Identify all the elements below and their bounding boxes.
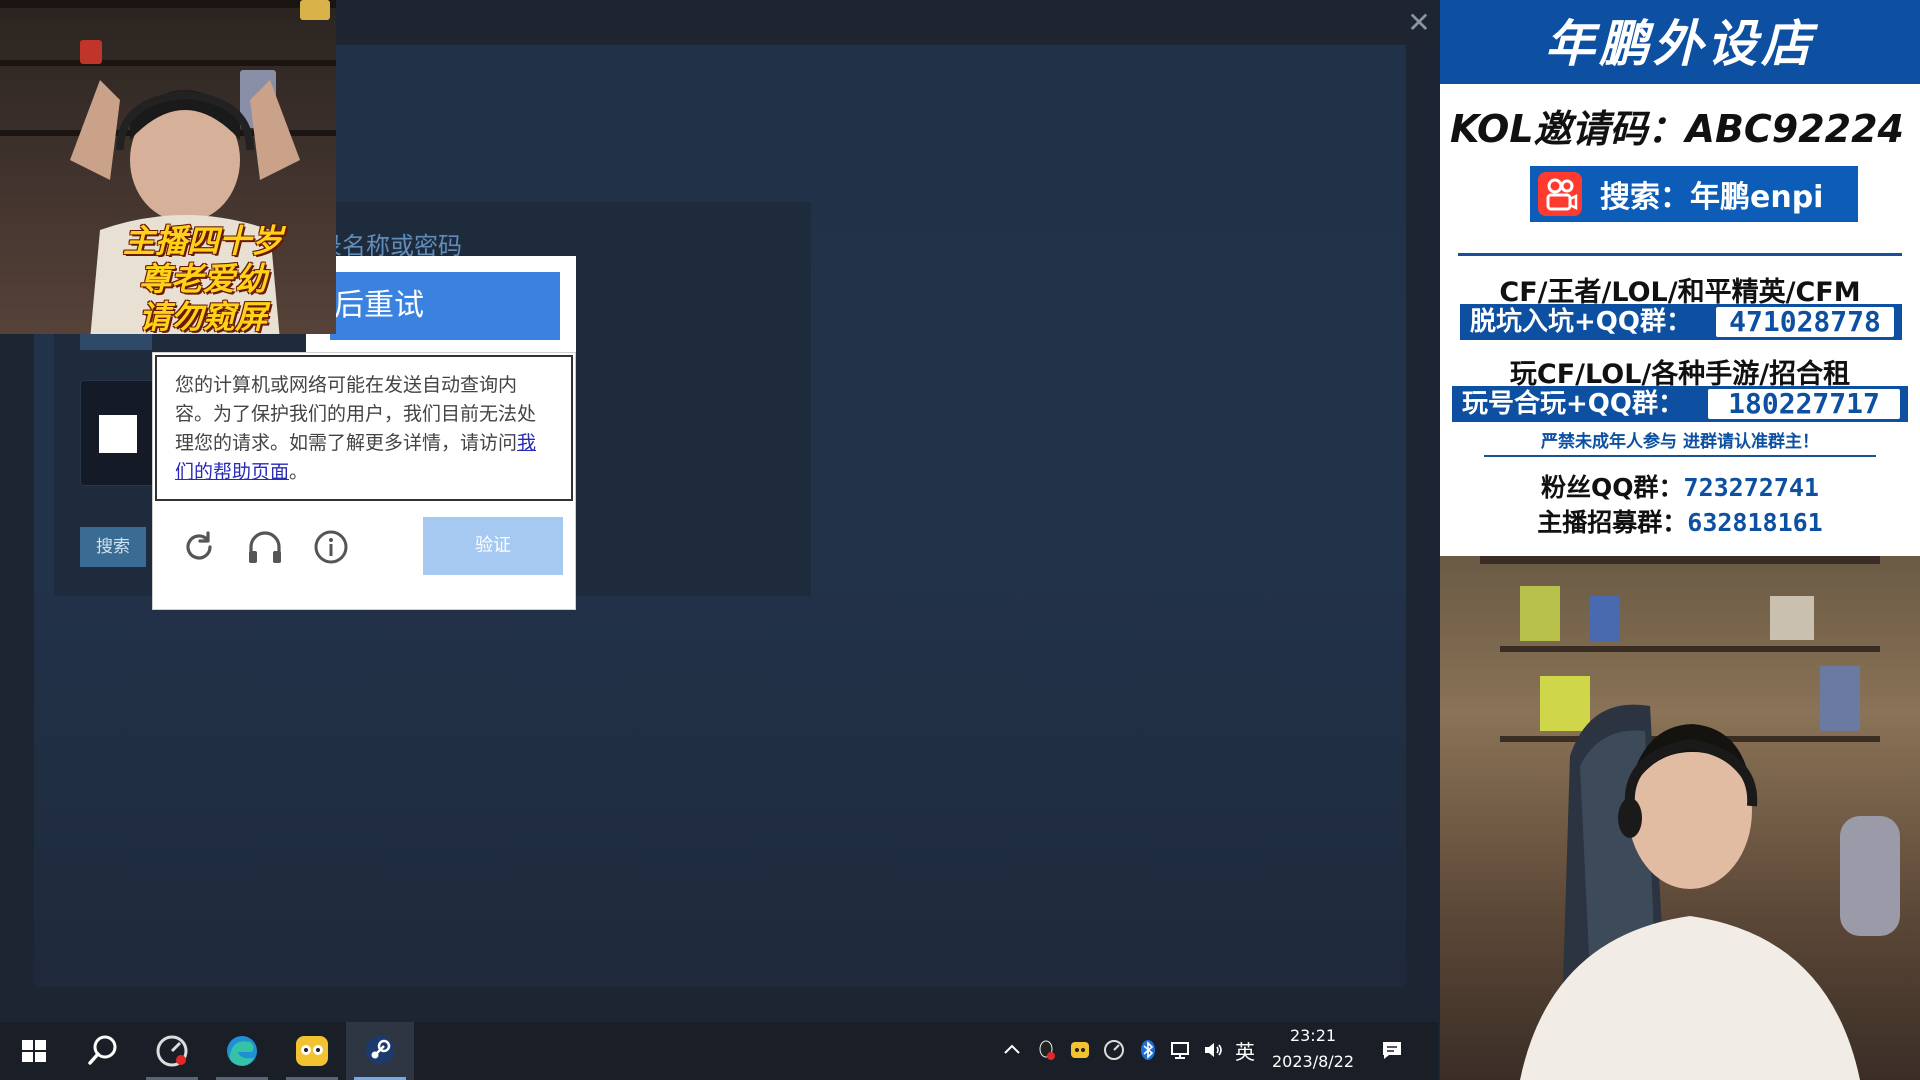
windows-start-icon bbox=[22, 1040, 46, 1062]
fans-qq-group: 粉丝QQ群：723272741 bbox=[1440, 468, 1920, 504]
qq-icon[interactable] bbox=[1034, 1038, 1058, 1062]
steam-icon bbox=[366, 1036, 394, 1064]
pill-label: 脱坑入坑+QQ群： bbox=[1470, 307, 1692, 337]
captcha-dialog: 您的计算机或网络可能在发送自动查询内容。为了保护我们的用户，我们目前无法处理您的… bbox=[152, 352, 576, 610]
input-language-indicator[interactable]: 英 bbox=[1235, 1036, 1255, 1065]
caption-line: 主播四十岁 bbox=[122, 222, 283, 260]
verify-button[interactable]: 验证 bbox=[423, 517, 563, 575]
taskbar-app-steam[interactable] bbox=[346, 1022, 414, 1080]
divider bbox=[1484, 455, 1876, 457]
clock-date[interactable]: 2023/8/22 bbox=[1268, 1052, 1358, 1071]
notification-center-icon[interactable] bbox=[1380, 1038, 1404, 1062]
age-warning: 严禁未成年人参与 进群请认准群主！ bbox=[1541, 432, 1819, 452]
perf-overlay-icon bbox=[156, 1035, 188, 1067]
bluetooth-icon[interactable] bbox=[1136, 1038, 1160, 1062]
captcha-message: 您的计算机或网络可能在发送自动查询内容。为了保护我们的用户，我们目前无法处理您的… bbox=[155, 355, 573, 501]
captcha-banner: 后重试 bbox=[330, 272, 560, 340]
refresh-icon[interactable] bbox=[177, 525, 221, 569]
windows-taskbar: 英 23:21 2023/8/22 bbox=[0, 1022, 1438, 1080]
taskbar-search-button[interactable] bbox=[68, 1022, 136, 1080]
streamer-webcam-main bbox=[1440, 556, 1920, 1080]
start-button[interactable] bbox=[0, 1022, 68, 1080]
taskbar-app-perf[interactable] bbox=[138, 1022, 206, 1080]
search-button[interactable]: 搜索 bbox=[80, 527, 146, 567]
taskbar-app-edge[interactable] bbox=[208, 1022, 276, 1080]
figurine bbox=[300, 0, 330, 20]
caption-line: 请勿窥屏 bbox=[138, 298, 267, 334]
shelf bbox=[0, 0, 336, 8]
qq-group-number-2: 180227717 bbox=[1708, 389, 1900, 419]
captcha-message-text: 您的计算机或网络可能在发送自动查询内容。为了保护我们的用户，我们目前无法处理您的… bbox=[175, 374, 537, 454]
captcha-message-end: 。 bbox=[289, 461, 309, 483]
qr-login-box[interactable] bbox=[80, 380, 160, 486]
fans-label: 粉丝QQ群： bbox=[1541, 473, 1684, 502]
pill-label: 玩号合玩+QQ群： bbox=[1462, 389, 1684, 419]
shop-name: 年鹏外设店 bbox=[1545, 15, 1815, 73]
stream-caption: 主播四十岁 尊老爱幼 请勿窥屏 bbox=[78, 222, 328, 334]
search-banner: 搜索：年鹏enpi bbox=[1530, 166, 1858, 222]
headphones-icon[interactable] bbox=[243, 525, 287, 569]
fans-number: 723272741 bbox=[1683, 473, 1819, 502]
search-icon bbox=[88, 1035, 117, 1065]
kol-code: KOL邀请码：ABC92224 bbox=[1450, 107, 1904, 151]
recruit-qq-group: 主播招募群：632818161 bbox=[1440, 503, 1920, 539]
recruit-number: 632818161 bbox=[1687, 508, 1823, 537]
game-helper-icon[interactable] bbox=[1068, 1038, 1092, 1062]
network-icon[interactable] bbox=[1168, 1038, 1192, 1062]
streamer-scene bbox=[1480, 556, 1900, 1080]
caption-line: 尊老爱幼 bbox=[138, 260, 267, 298]
game-assistant-icon bbox=[296, 1036, 328, 1066]
search-text: 搜索：年鹏enpi bbox=[1600, 180, 1824, 215]
perf-overlay-icon[interactable] bbox=[1102, 1038, 1126, 1062]
captcha-actions: 验证 bbox=[153, 503, 575, 609]
recruit-label: 主播招募群： bbox=[1537, 508, 1688, 537]
qq-group-number-1: 471028778 bbox=[1716, 307, 1894, 337]
info-icon[interactable] bbox=[309, 525, 353, 569]
clock-time[interactable]: 23:21 bbox=[1268, 1026, 1358, 1045]
shop-header: 年鹏外设店 bbox=[1440, 0, 1920, 84]
volume-icon[interactable] bbox=[1202, 1038, 1226, 1062]
edge-icon bbox=[227, 1036, 257, 1066]
taskbar-app-game-assistant[interactable] bbox=[278, 1022, 346, 1080]
qr-code-icon bbox=[99, 415, 137, 453]
chevron-up-icon[interactable] bbox=[1000, 1038, 1024, 1062]
streamer-webcam-small: 主播四十岁 尊老爱幼 请勿窥屏 bbox=[0, 0, 336, 334]
divider bbox=[1458, 253, 1902, 256]
kuaishou-logo-icon bbox=[1538, 172, 1582, 216]
close-button[interactable]: ✕ bbox=[1404, 8, 1434, 38]
stream-sidebar-ad: 年鹏外设店 KOL邀请码：ABC92224 搜索：年鹏enpi CF/王者/LO… bbox=[1440, 0, 1920, 556]
